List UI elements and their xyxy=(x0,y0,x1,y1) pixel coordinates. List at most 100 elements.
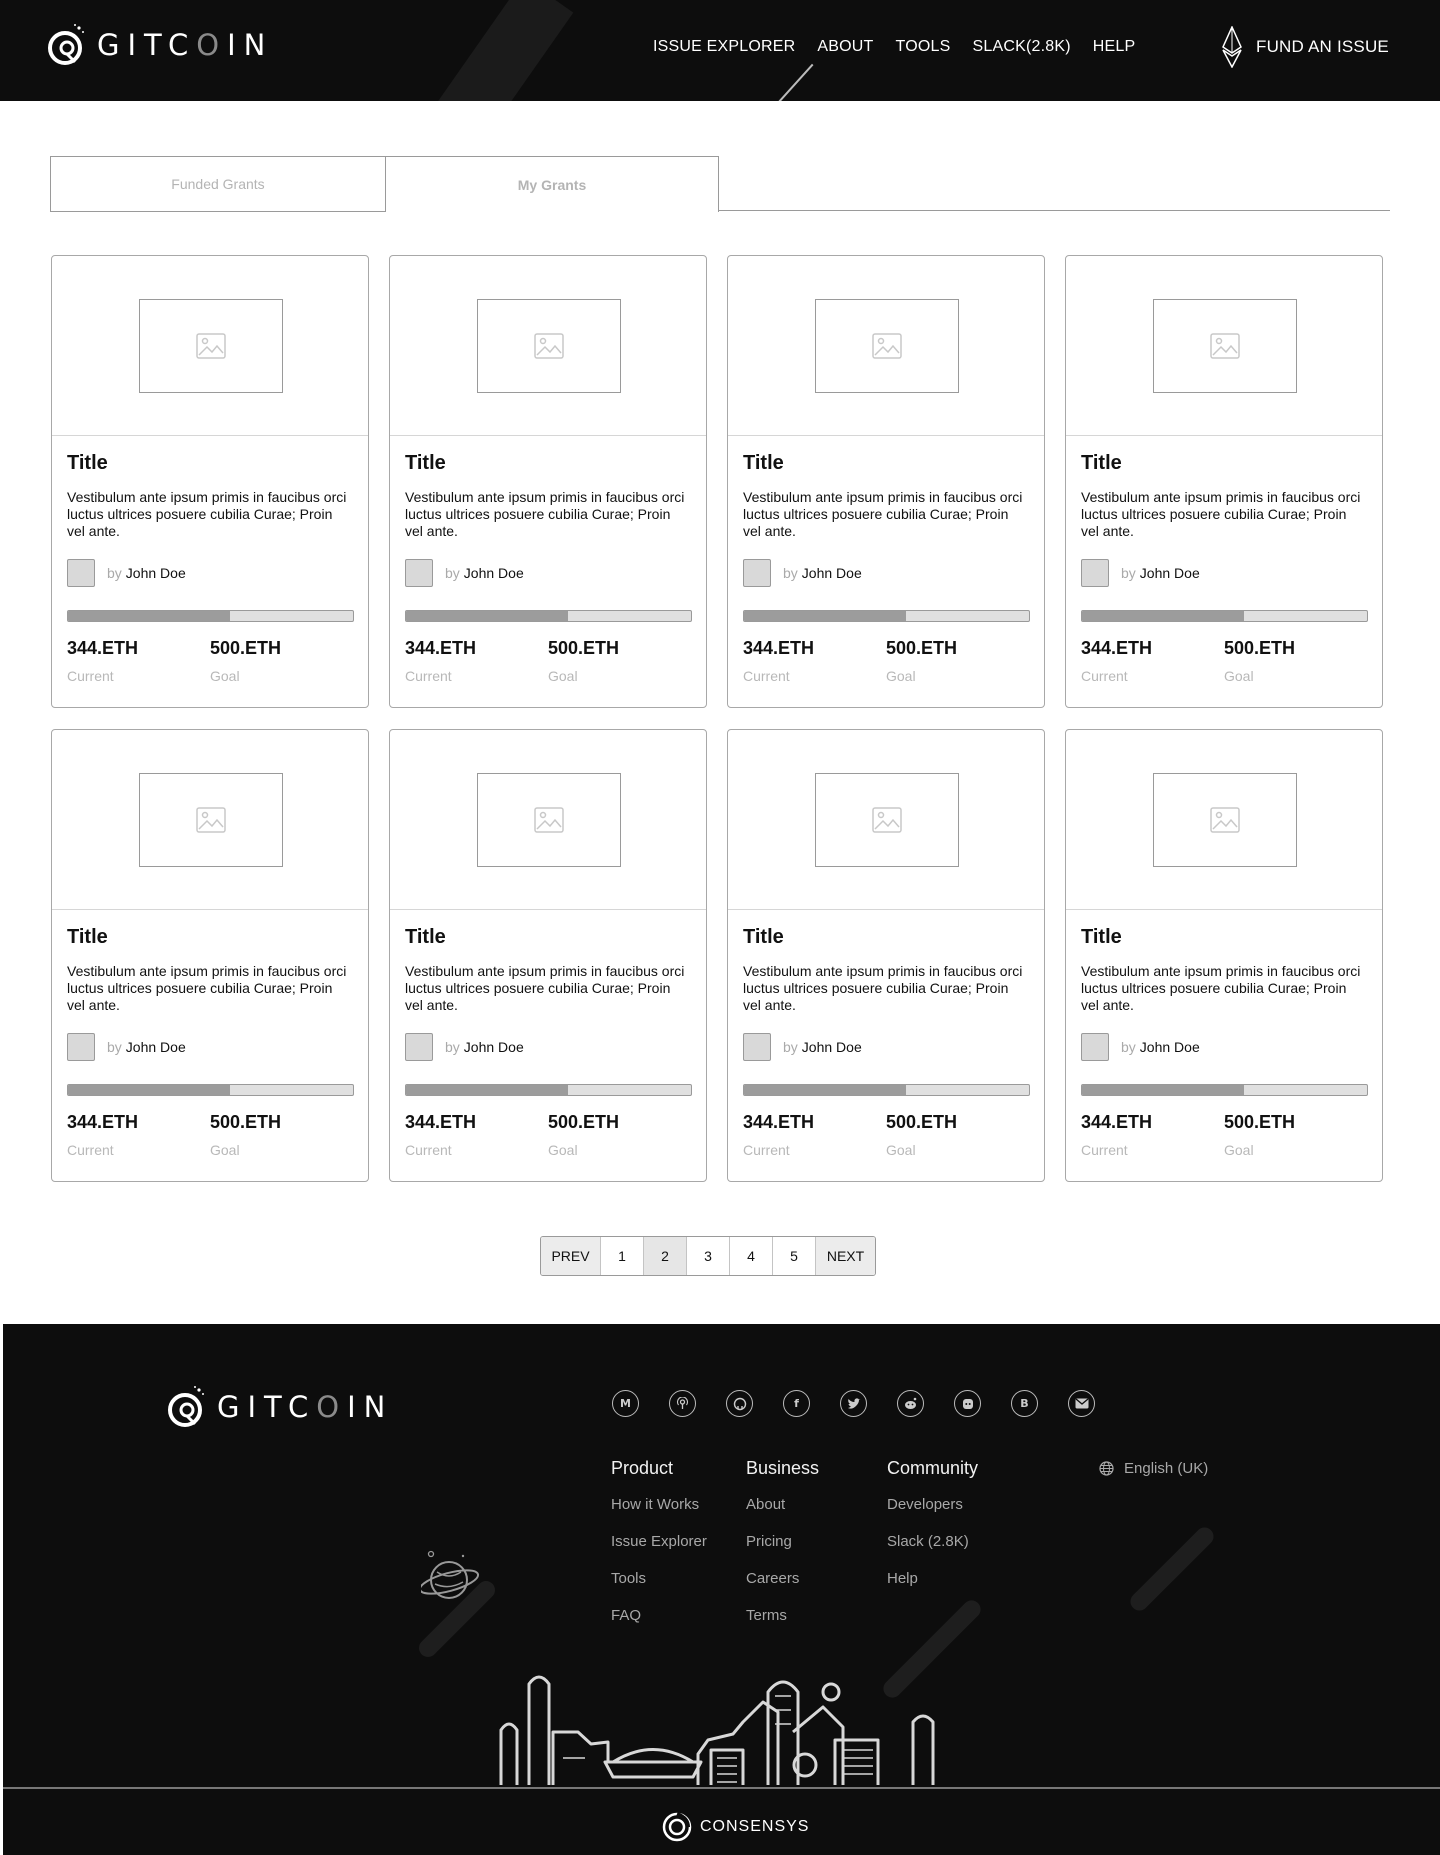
image-icon xyxy=(872,333,902,359)
image-placeholder xyxy=(815,299,959,393)
next-page-button[interactable]: NEXT xyxy=(816,1237,875,1275)
current-amount: 344.ETH xyxy=(743,638,815,658)
funding-progress-fill xyxy=(744,1085,907,1095)
nav-slack[interactable]: SLACK(2.8K) xyxy=(972,38,1070,56)
footer-link-developers[interactable]: Developers xyxy=(887,1496,978,1533)
author-name[interactable]: John Doe xyxy=(126,1039,186,1055)
discord-icon[interactable] xyxy=(954,1390,981,1417)
page-3-button[interactable]: 3 xyxy=(687,1237,730,1275)
grant-title[interactable]: Title xyxy=(67,926,353,950)
prev-page-button[interactable]: PREV xyxy=(541,1237,601,1275)
footer-link-issue-explorer[interactable]: Issue Explorer xyxy=(611,1533,707,1570)
language-selector[interactable]: English (UK) xyxy=(1099,1460,1208,1477)
footer-link-about[interactable]: About xyxy=(746,1496,819,1533)
avatar[interactable] xyxy=(743,1033,771,1061)
funding-progress-fill xyxy=(1082,611,1245,621)
page-4-button[interactable]: 4 xyxy=(730,1237,773,1275)
consensys-logo[interactable]: CONSENSYS xyxy=(662,1812,809,1842)
grant-title[interactable]: Title xyxy=(405,452,691,476)
gitcoin-logo[interactable]: GITCOIN xyxy=(47,22,273,68)
grant-card[interactable]: Title Vestibulum ante ipsum primis in fa… xyxy=(389,255,707,708)
author-name[interactable]: John Doe xyxy=(802,565,862,581)
twitter-icon[interactable] xyxy=(840,1390,867,1417)
header-decoration-line xyxy=(778,63,814,101)
image-icon xyxy=(534,333,564,359)
grant-title[interactable]: Title xyxy=(67,452,353,476)
grant-amounts: 344.ETH Current 500.ETH Goal xyxy=(743,1112,1029,1158)
avatar[interactable] xyxy=(1081,559,1109,587)
grant-card[interactable]: Title Vestibulum ante ipsum primis in fa… xyxy=(727,729,1045,1182)
avatar[interactable] xyxy=(67,559,95,587)
page-2-button[interactable]: 2 xyxy=(644,1237,687,1275)
tab-funded-grants[interactable]: Funded Grants xyxy=(50,156,386,212)
footer-link-tools[interactable]: Tools xyxy=(611,1570,707,1607)
facebook-icon[interactable]: f xyxy=(783,1390,810,1417)
by-label: by xyxy=(1121,1039,1136,1055)
image-icon xyxy=(534,807,564,833)
footer-link-faq[interactable]: FAQ xyxy=(611,1607,707,1644)
grant-title[interactable]: Title xyxy=(743,452,1029,476)
author-name[interactable]: John Doe xyxy=(1140,1039,1200,1055)
podcast-icon[interactable] xyxy=(669,1390,696,1417)
avatar[interactable] xyxy=(1081,1033,1109,1061)
author-name[interactable]: John Doe xyxy=(126,565,186,581)
grant-card[interactable]: Title Vestibulum ante ipsum primis in fa… xyxy=(1065,729,1383,1182)
image-icon xyxy=(1210,333,1240,359)
grant-image-area xyxy=(390,730,706,910)
reddit-icon[interactable] xyxy=(897,1390,924,1417)
medium-icon[interactable]: M xyxy=(612,1390,639,1417)
page-5-button[interactable]: 5 xyxy=(773,1237,816,1275)
nav-issue-explorer[interactable]: ISSUE EXPLORER xyxy=(653,38,795,56)
footer-link-help[interactable]: Help xyxy=(887,1570,978,1607)
grant-card[interactable]: Title Vestibulum ante ipsum primis in fa… xyxy=(51,729,369,1182)
grant-author: by John Doe xyxy=(405,559,691,587)
current-label: Current xyxy=(67,668,114,684)
avatar[interactable] xyxy=(405,1033,433,1061)
footer-link-slack[interactable]: Slack (2.8K) xyxy=(887,1533,978,1570)
funding-progress-bar xyxy=(405,610,692,622)
footer-link-terms[interactable]: Terms xyxy=(746,1607,819,1644)
avatar[interactable] xyxy=(67,1033,95,1061)
email-icon[interactable] xyxy=(1068,1390,1095,1417)
github-icon[interactable] xyxy=(726,1390,753,1417)
grant-description: Vestibulum ante ipsum primis in faucibus… xyxy=(743,963,1023,1013)
author-name[interactable]: John Doe xyxy=(464,565,524,581)
grant-title[interactable]: Title xyxy=(1081,452,1367,476)
avatar[interactable] xyxy=(405,559,433,587)
grant-description: Vestibulum ante ipsum primis in faucibus… xyxy=(1081,489,1361,539)
nav-help[interactable]: HELP xyxy=(1093,38,1136,56)
grant-card[interactable]: Title Vestibulum ante ipsum primis in fa… xyxy=(727,255,1045,708)
author-name[interactable]: John Doe xyxy=(1140,565,1200,581)
footer-link-careers[interactable]: Careers xyxy=(746,1570,819,1607)
grant-title[interactable]: Title xyxy=(743,926,1029,950)
bitcoin-icon[interactable]: B xyxy=(1011,1390,1038,1417)
nav-tools[interactable]: TOOLS xyxy=(896,38,951,56)
footer-gitcoin-logo[interactable]: GITCOIN xyxy=(167,1384,393,1430)
grant-author: by John Doe xyxy=(743,559,1029,587)
funding-progress-fill xyxy=(1082,1085,1245,1095)
author-name[interactable]: John Doe xyxy=(802,1039,862,1055)
nav-about[interactable]: ABOUT xyxy=(817,38,873,56)
grant-card[interactable]: Title Vestibulum ante ipsum primis in fa… xyxy=(389,729,707,1182)
grant-card[interactable]: Title Vestibulum ante ipsum primis in fa… xyxy=(1065,255,1383,708)
image-placeholder xyxy=(1153,773,1297,867)
grant-card[interactable]: Title Vestibulum ante ipsum primis in fa… xyxy=(51,255,369,708)
footer-column-community: Community Developers Slack (2.8K) Help xyxy=(887,1458,978,1607)
grant-description: Vestibulum ante ipsum primis in faucibus… xyxy=(67,489,347,539)
image-placeholder xyxy=(477,299,621,393)
footer-link-how-it-works[interactable]: How it Works xyxy=(611,1496,707,1533)
page-1-button[interactable]: 1 xyxy=(601,1237,644,1275)
grant-image-area xyxy=(1066,730,1382,910)
goal-amount: 500.ETH xyxy=(1224,1112,1296,1132)
grant-title[interactable]: Title xyxy=(1081,926,1367,950)
funding-progress-bar xyxy=(743,1084,1030,1096)
grant-image-area xyxy=(1066,256,1382,436)
tab-my-grants[interactable]: My Grants xyxy=(385,156,719,212)
avatar[interactable] xyxy=(743,559,771,587)
fund-an-issue-button[interactable]: FUND AN ISSUE xyxy=(1222,26,1389,68)
grant-description: Vestibulum ante ipsum primis in faucibus… xyxy=(405,489,685,539)
author-name[interactable]: John Doe xyxy=(464,1039,524,1055)
footer-link-pricing[interactable]: Pricing xyxy=(746,1533,819,1570)
grant-amounts: 344.ETH Current 500.ETH Goal xyxy=(405,638,691,684)
grant-title[interactable]: Title xyxy=(405,926,691,950)
